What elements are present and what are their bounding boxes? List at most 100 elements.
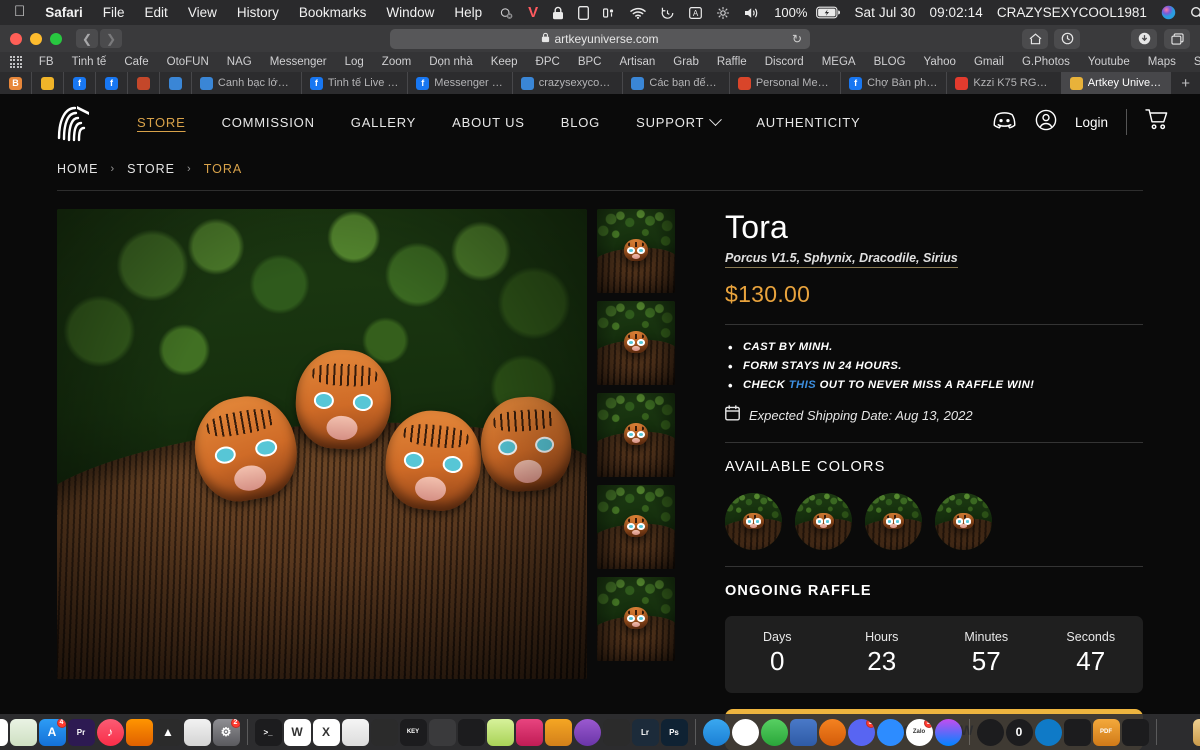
calendar-icon[interactable]: 30 — [0, 718, 8, 746]
books-icon[interactable] — [183, 718, 211, 746]
product-thumbnail[interactable] — [597, 393, 675, 477]
product-main-image[interactable] — [57, 209, 587, 679]
address-bar[interactable]: artkeyuniverse.com ↻ — [390, 28, 810, 49]
maps-icon[interactable] — [9, 718, 37, 746]
account-icon[interactable] — [1035, 109, 1057, 136]
onedrive-icon[interactable] — [1034, 718, 1062, 746]
bookmark-item[interactable]: ĐPC — [527, 56, 569, 68]
zoom-icon[interactable] — [876, 718, 904, 746]
browser-tab[interactable]: f Messenger |... — [408, 72, 513, 94]
browser-tab[interactable]: B — [0, 72, 32, 94]
forward-button[interactable]: ❯ — [100, 29, 122, 48]
firefox-dev-icon[interactable] — [125, 718, 153, 746]
joystick-app-icon[interactable] — [1121, 718, 1149, 746]
cart-icon[interactable] — [1145, 108, 1170, 136]
artkey-fingerprint-logo[interactable] — [55, 102, 91, 142]
browser-tab[interactable]: f Tinh tế Live |... — [302, 72, 409, 94]
camo-icon[interactable] — [818, 718, 846, 746]
wifi-icon[interactable] — [623, 6, 653, 20]
breadcrumb-store[interactable]: STORE — [127, 162, 175, 176]
nav-link-authenticity[interactable]: AUTHENTICITY — [738, 115, 878, 130]
menu-history[interactable]: History — [227, 5, 289, 20]
menu-view[interactable]: View — [178, 5, 227, 20]
browser-tab[interactable]: Artkey Univer... — [1061, 72, 1172, 94]
bookmark-item[interactable]: OtoFUN — [158, 56, 218, 68]
browser-tab[interactable]: Canh bạc lớn... — [192, 72, 302, 94]
green-app-icon[interactable] — [760, 718, 788, 746]
discord-icon[interactable]: 3 — [847, 718, 875, 746]
apps-grid-icon[interactable] — [10, 56, 22, 68]
teamviewer-icon[interactable] — [789, 718, 817, 746]
vlc-icon[interactable]: ▲ — [154, 718, 182, 746]
browser-tab[interactable] — [128, 72, 160, 94]
bookmark-item[interactable]: SIM — [1185, 56, 1200, 68]
preview-icon[interactable] — [341, 718, 369, 746]
zalo-icon[interactable]: Zalo 3 — [905, 718, 933, 746]
music-icon[interactable]: ♪ — [96, 718, 124, 746]
new-tab-button[interactable]: + — [1171, 72, 1200, 94]
home-icon[interactable] — [1022, 28, 1048, 49]
product-subtitle[interactable]: Porcus V1.5, Sphynix, Dracodile, Sirius — [725, 251, 958, 268]
input-source-icon[interactable] — [596, 6, 623, 20]
chrome-icon[interactable] — [731, 718, 759, 746]
product-thumbnail[interactable] — [597, 485, 675, 569]
camera-off-icon[interactable] — [492, 6, 521, 20]
keynote-icon[interactable]: KEY — [399, 718, 427, 746]
back-button[interactable]: ❮ — [76, 29, 98, 48]
menu-safari[interactable]: Safari — [35, 5, 93, 20]
browser-tab[interactable]: Các bạn đến... — [623, 72, 730, 94]
minimize-window-button[interactable] — [30, 32, 42, 45]
time-machine-icon[interactable] — [653, 6, 682, 20]
bookmark-item[interactable]: Youtube — [1079, 56, 1139, 68]
color-swatch[interactable] — [865, 492, 922, 550]
bookmark-item[interactable]: MEGA — [813, 56, 865, 68]
fliqlo-icon[interactable] — [515, 718, 543, 746]
menu-user-name[interactable]: CRAZYSEXYCOOL1981 — [990, 5, 1154, 20]
history-clock-icon[interactable] — [1054, 28, 1080, 49]
premiere-pro-icon[interactable]: Pr — [67, 718, 95, 746]
nav-link-gallery[interactable]: GALLERY — [333, 115, 434, 130]
pdf-expert-icon[interactable] — [457, 718, 485, 746]
color-swatch[interactable] — [935, 492, 992, 550]
nav-link-blog[interactable]: BLOG — [543, 115, 618, 130]
bookmark-item[interactable]: Zoom — [373, 56, 420, 68]
menu-edit[interactable]: Edit — [135, 5, 178, 20]
bookmark-item[interactable]: NAG — [218, 56, 261, 68]
discord-icon[interactable] — [992, 110, 1017, 135]
bluetooth-icon[interactable] — [1164, 719, 1191, 746]
bookmark-item[interactable]: Maps — [1139, 56, 1185, 68]
volume-icon[interactable] — [737, 6, 767, 20]
airdrop-icon[interactable] — [709, 6, 737, 20]
product-thumbnail[interactable] — [597, 301, 675, 385]
browser-tab[interactable]: f — [96, 72, 128, 94]
nav-link-store[interactable]: STORE — [119, 115, 204, 130]
user-avatar-icon[interactable] — [1154, 5, 1183, 20]
bookmark-item[interactable]: BLOG — [865, 56, 915, 68]
battery-icon[interactable] — [814, 6, 847, 19]
browser-tab[interactable]: f Chợ Bàn phí... — [841, 72, 948, 94]
microsoft-office-icon[interactable] — [370, 718, 398, 746]
browser-tab[interactable]: Kzzi K75 RGB... — [947, 72, 1062, 94]
pdf-tool-icon[interactable]: PDF — [1092, 718, 1120, 746]
bookmark-item[interactable]: Discord — [756, 56, 813, 68]
photoshop-icon[interactable]: Ps — [660, 718, 688, 746]
bookmark-item[interactable]: Log — [336, 56, 373, 68]
bookmark-item[interactable]: FB — [30, 56, 63, 68]
lock-icon[interactable] — [545, 6, 571, 20]
bookmark-item[interactable]: Gmail — [965, 56, 1013, 68]
vpn-icon[interactable]: V — [521, 4, 545, 21]
spotlight-search-icon[interactable] — [1183, 6, 1200, 20]
final-cut-icon[interactable] — [602, 718, 630, 746]
downloads-icon[interactable] — [1131, 28, 1157, 49]
bookmark-item[interactable]: Keep — [482, 56, 527, 68]
maximize-window-button[interactable] — [50, 32, 62, 45]
tab-overview-icon[interactable] — [1164, 28, 1190, 49]
bookmark-item[interactable]: Yahoo — [915, 56, 965, 68]
color-swatch[interactable] — [725, 492, 782, 550]
browser-tab[interactable] — [160, 72, 192, 94]
lightroom-icon[interactable]: Lr — [631, 718, 659, 746]
app-store-icon[interactable]: A4 — [38, 718, 66, 746]
menu-bookmarks[interactable]: Bookmarks — [289, 5, 377, 20]
menu-window[interactable]: Window — [376, 5, 444, 20]
nav-link-support[interactable]: SUPPORT — [618, 112, 738, 130]
